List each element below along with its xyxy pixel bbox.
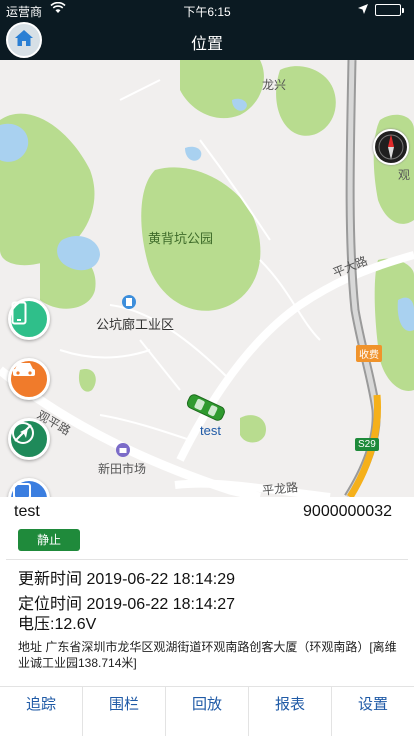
map-view[interactable]: 龙兴 黄背坑公园 公坑廊工业区 平大路 观平路 新田市场 平龙路 观 收费 S2… (0, 60, 414, 497)
address-text: 地址 广东省深圳市龙华区观湖街道环观南路创客大厦（环观南路）[离维业诚工业园13… (18, 640, 397, 670)
tab-settings[interactable]: 设置 (332, 687, 414, 736)
device-id: 9000000032 (303, 503, 392, 520)
navigation-button[interactable] (8, 418, 50, 460)
phone-location-button[interactable] (8, 298, 50, 340)
vehicle-label: test (200, 423, 221, 438)
page-title: 位置 (190, 36, 223, 53)
toll-badge: 收费 (356, 345, 382, 362)
tab-playback[interactable]: 回放 (166, 687, 249, 736)
voltage-row: 电压:12.6V (18, 610, 96, 634)
map-label-industrial: 公坑廊工业区 (96, 317, 175, 332)
map-label-market: 新田市场 (98, 462, 147, 476)
compass-button[interactable] (373, 129, 409, 165)
status-badge: 静止 (18, 529, 80, 551)
location-arrow-icon (358, 3, 368, 17)
locate-time-value: 2019-06-22 18:14:27 (86, 596, 236, 613)
battery-icon (375, 4, 404, 16)
voltage-value: 12.6V (54, 616, 97, 633)
update-time-label: 更新时间 (18, 571, 83, 588)
map-label-park: 黄背坑公园 (148, 231, 214, 246)
update-time-row: 更新时间 2019-06-22 18:14:29 (18, 565, 235, 589)
device-name: test (14, 503, 40, 520)
voltage-label: 电压: (18, 616, 55, 633)
tab-report[interactable]: 报表 (249, 687, 332, 736)
tab-fence[interactable]: 围栏 (83, 687, 166, 736)
map-label-pinglonglu: 平龙路 (261, 480, 299, 497)
car-location-button[interactable] (8, 358, 50, 400)
map-label-longxing: 龙兴 (262, 78, 287, 92)
tab-track[interactable]: 追踪 (0, 687, 83, 736)
divider (6, 559, 408, 560)
device-info-panel: test 9000000032 静止 更新时间 2019-06-22 18:14… (0, 497, 414, 686)
map-label-guan: 观 (398, 168, 411, 182)
status-bar: 运营商 下午6:15 (0, 0, 414, 20)
highway-badge: S29 (355, 438, 379, 451)
update-time-value: 2019-06-22 18:14:29 (86, 571, 236, 588)
status-time: 下午6:15 (183, 5, 231, 19)
top-bar: 运营商 下午6:15 位置 (0, 0, 414, 60)
bottom-tab-bar: 追踪 围栏 回放 报表 设置 (0, 686, 414, 736)
